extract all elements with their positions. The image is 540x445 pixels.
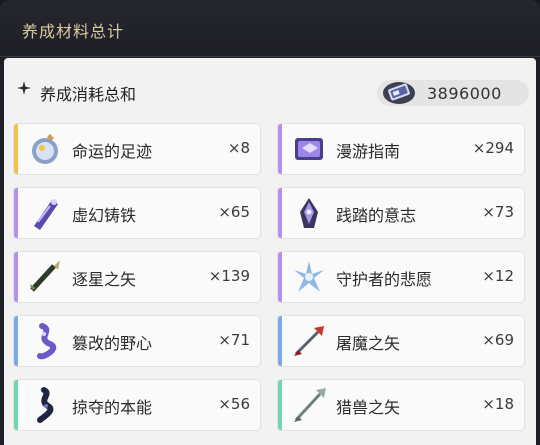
material-card[interactable]: 屠魔之矢 ×69: [278, 316, 524, 366]
panel-body: 养成消耗总和 3896000 命运的足迹 ×8 漫游指南 ×294 虚幻铸铁 ×65 践踏的…: [4, 58, 536, 445]
material-quantity: ×139: [208, 267, 250, 285]
rarity-bar: [278, 380, 282, 430]
trampled-will-icon: [288, 192, 330, 234]
material-card[interactable]: 逐星之矢 ×139: [14, 252, 260, 302]
material-name: 践踏的意志: [336, 206, 417, 225]
material-name: 漫游指南: [336, 142, 401, 161]
demon-slaying-arrow-icon: [288, 320, 330, 362]
credit-icon: [383, 82, 415, 104]
material-quantity: ×294: [472, 139, 514, 157]
summary-label: 养成消耗总和: [40, 85, 137, 104]
credit-value: 3896000: [427, 84, 502, 103]
material-name: 篡改的野心: [72, 334, 153, 353]
material-card[interactable]: 掠夺的本能 ×56: [14, 380, 260, 430]
credit-total: 3896000: [377, 80, 529, 106]
material-quantity: ×71: [218, 331, 250, 349]
material-card[interactable]: 践踏的意志 ×73: [278, 188, 524, 238]
material-quantity: ×73: [482, 203, 514, 221]
rarity-bar: [14, 316, 18, 366]
material-name: 守护者的悲愿: [336, 270, 433, 289]
material-name: 逐星之矢: [72, 270, 137, 289]
material-quantity: ×69: [482, 331, 514, 349]
material-quantity: ×18: [482, 395, 514, 413]
rarity-bar: [278, 252, 282, 302]
summary-row: 养成消耗总和 3896000: [4, 58, 536, 120]
material-card[interactable]: 命运的足迹 ×8: [14, 124, 260, 174]
panel-title: 养成材料总计: [22, 22, 125, 41]
illusory-iron-icon: [24, 192, 66, 234]
rarity-bar: [278, 124, 282, 174]
material-name: 猎兽之矢: [336, 398, 401, 417]
material-name: 虚幻铸铁: [72, 206, 137, 225]
tampered-ambition-icon: [24, 320, 66, 362]
hunting-arrow-icon: [288, 384, 330, 426]
panel-header: 养成材料总计: [0, 0, 540, 57]
material-name: 掠夺的本能: [72, 398, 153, 417]
material-name: 命运的足迹: [72, 142, 153, 161]
material-card[interactable]: 篡改的野心 ×71: [14, 316, 260, 366]
rarity-bar: [14, 188, 18, 238]
rarity-bar: [14, 380, 18, 430]
rarity-bar: [278, 188, 282, 238]
rarity-bar: [14, 252, 18, 302]
rarity-bar: [278, 316, 282, 366]
material-quantity: ×12: [482, 267, 514, 285]
material-name: 屠魔之矢: [336, 334, 401, 353]
rarity-bar: [14, 124, 18, 174]
plunder-instinct-icon: [24, 384, 66, 426]
material-card[interactable]: 漫游指南 ×294: [278, 124, 524, 174]
guardian-lament-icon: [288, 256, 330, 298]
material-card[interactable]: 猎兽之矢 ×18: [278, 380, 524, 430]
material-quantity: ×8: [227, 139, 250, 157]
star-chasing-arrow-icon: [24, 256, 66, 298]
destiny-footprint-icon: [24, 128, 66, 170]
sparkle-icon: [17, 81, 31, 95]
material-card[interactable]: 虚幻铸铁 ×65: [14, 188, 260, 238]
material-summary-panel: 养成材料总计 养成消耗总和 3896000 命运的足迹 ×8 漫游指南 ×294…: [0, 0, 540, 445]
material-quantity: ×65: [218, 203, 250, 221]
material-card[interactable]: 守护者的悲愿 ×12: [278, 252, 524, 302]
travel-guide-icon: [288, 128, 330, 170]
material-quantity: ×56: [218, 395, 250, 413]
